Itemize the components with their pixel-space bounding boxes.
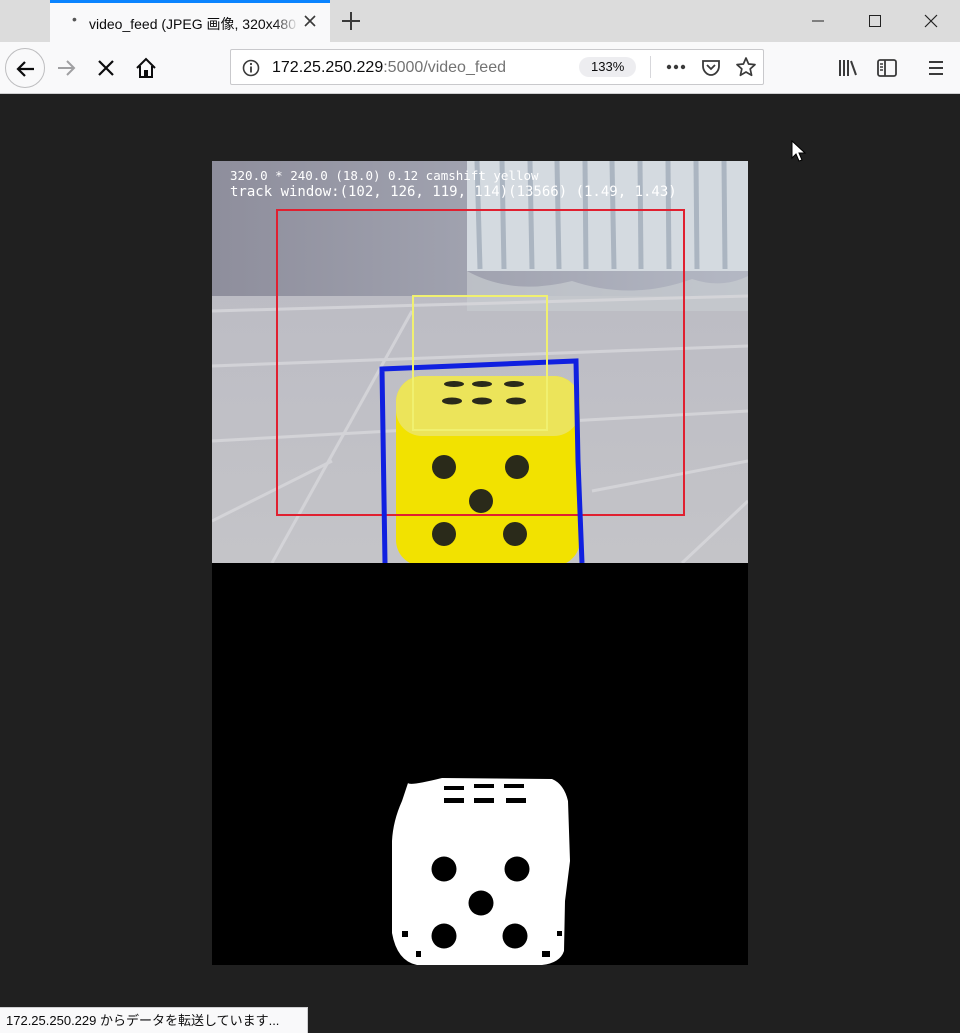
close-icon — [924, 14, 938, 28]
url-host: 172.25.250.229 — [272, 59, 384, 76]
tab-title: video_feed (JPEG 画像, 320x480 ピクセル) — [89, 16, 299, 32]
open-menu-button[interactable] — [920, 52, 952, 84]
mouse-cursor-icon — [791, 140, 807, 162]
urlbar-separator — [650, 56, 651, 78]
video-feed-image: 320.0 * 240.0 (18.0) 0.12 camshift yello… — [212, 161, 748, 965]
new-tab-button[interactable] — [338, 8, 364, 34]
url-path: :5000/video_feed — [383, 59, 506, 76]
star-icon[interactable] — [732, 53, 760, 81]
overlay-text-line1: 320.0 * 240.0 (18.0) 0.12 camshift yello… — [230, 168, 539, 183]
close-window-button[interactable] — [903, 0, 959, 42]
library-icon — [839, 60, 857, 76]
tab-video-feed[interactable]: • video_feed (JPEG 画像, 320x480 ピクセル) — [50, 0, 330, 42]
status-bar: 172.25.250.229 からデータを転送しています... — [0, 1007, 309, 1033]
minimize-icon — [812, 20, 824, 22]
pocket-icon[interactable] — [697, 53, 725, 81]
more-dots-icon[interactable] — [662, 53, 690, 81]
stop-x-icon — [98, 60, 114, 76]
home-button[interactable] — [130, 52, 162, 84]
arrow-left-icon — [16, 61, 34, 77]
site-info-icon[interactable] — [241, 58, 261, 78]
url-text[interactable]: 172.25.250.229:5000/video_feed — [272, 59, 506, 77]
hamburger-menu-icon — [929, 61, 943, 75]
library-button[interactable] — [832, 52, 864, 84]
maximize-window-button[interactable] — [847, 0, 903, 42]
stop-button[interactable] — [90, 52, 122, 84]
zoom-level-badge[interactable]: 133% — [579, 57, 637, 77]
tab-loading-indicator: • — [72, 11, 77, 27]
address-bar[interactable]: 172.25.250.229:5000/video_feed 133% — [230, 49, 764, 85]
back-button[interactable] — [5, 48, 45, 88]
minimize-window-button[interactable] — [790, 0, 846, 42]
binary-mask-view — [212, 563, 748, 965]
navigation-toolbar: 172.25.250.229:5000/video_feed 133% — [0, 42, 960, 94]
maximize-icon — [869, 15, 881, 27]
camera-view: 320.0 * 240.0 (18.0) 0.12 camshift yello… — [212, 161, 748, 566]
sidebar-icon — [877, 59, 897, 77]
overlay-text-line2: track window:(102, 126, 119, 114)(13566)… — [230, 184, 677, 200]
plus-icon — [342, 12, 360, 30]
tab-strip: • video_feed (JPEG 画像, 320x480 ピクセル) — [0, 0, 960, 43]
tab-strip-drag-area[interactable] — [0, 0, 50, 42]
close-tab-icon[interactable] — [300, 11, 320, 31]
home-icon — [136, 57, 156, 78]
arrow-right-icon — [58, 60, 76, 76]
sidebar-button[interactable] — [871, 52, 903, 84]
forward-button[interactable] — [50, 52, 82, 84]
